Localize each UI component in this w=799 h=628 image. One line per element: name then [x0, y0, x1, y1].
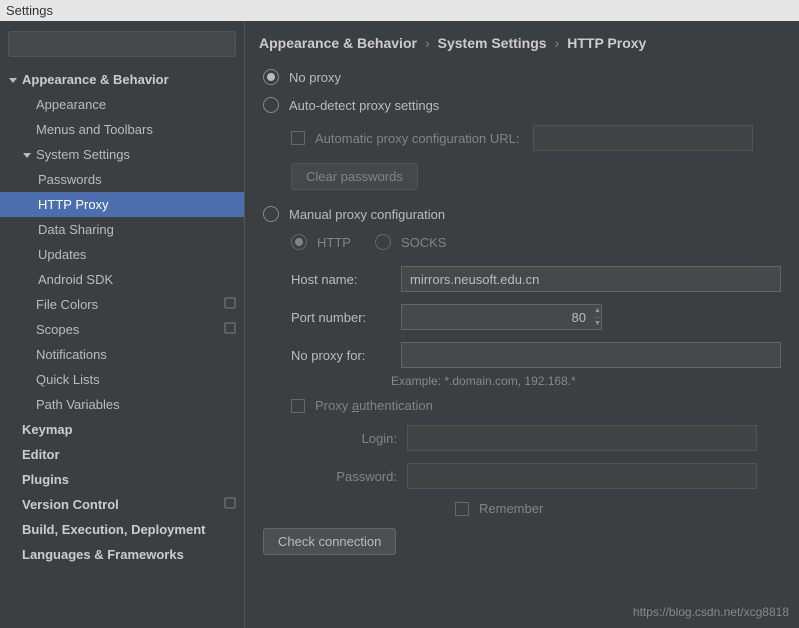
sidebar-item-updates[interactable]: Updates [0, 242, 244, 267]
proxy-auth-checkbox[interactable] [291, 399, 305, 413]
search-input[interactable] [8, 31, 236, 57]
watermark: https://blog.csdn.net/xcg8818 [633, 605, 789, 619]
port-spinner[interactable]: ▲ ▼ [594, 304, 602, 330]
port-number-input[interactable] [401, 304, 594, 330]
remember-checkbox[interactable] [455, 502, 469, 516]
sidebar-item-passwords[interactable]: Passwords [0, 167, 244, 192]
sidebar-item-label: Appearance [36, 97, 236, 112]
remember-label: Remember [479, 501, 543, 516]
sidebar-item-plugins[interactable]: Plugins [0, 467, 244, 492]
sidebar-item-label: Scopes [36, 322, 218, 337]
manual-proxy-label: Manual proxy configuration [289, 207, 445, 222]
login-input[interactable] [407, 425, 757, 451]
sidebar-item-notifications[interactable]: Notifications [0, 342, 244, 367]
sidebar-item-scopes[interactable]: Scopes [0, 317, 244, 342]
project-scope-icon [218, 322, 236, 337]
sidebar-item-menus-and-toolbars[interactable]: Menus and Toolbars [0, 117, 244, 142]
sidebar-item-label: Editor [22, 447, 236, 462]
host-name-label: Host name: [291, 272, 401, 287]
caret-down-icon[interactable] [8, 75, 18, 85]
proxy-auth-label: Proxy authentication [315, 398, 433, 413]
breadcrumb: Appearance & Behavior › System Settings … [259, 35, 799, 51]
sidebar-item-path-variables[interactable]: Path Variables [0, 392, 244, 417]
sidebar-item-label: File Colors [36, 297, 218, 312]
sidebar-item-quick-lists[interactable]: Quick Lists [0, 367, 244, 392]
http-radio[interactable] [291, 234, 307, 250]
sidebar-item-label: Updates [38, 247, 236, 262]
project-scope-icon [218, 497, 236, 512]
sidebar-item-label: Plugins [22, 472, 236, 487]
auto-url-input[interactable] [533, 125, 753, 151]
sidebar-item-languages-frameworks[interactable]: Languages & Frameworks [0, 542, 244, 567]
sidebar-item-http-proxy[interactable]: HTTP Proxy [0, 192, 244, 217]
chevron-right-icon: › [425, 35, 430, 51]
sidebar-item-appearance-behavior[interactable]: Appearance & Behavior [0, 67, 244, 92]
auto-detect-radio[interactable] [263, 97, 279, 113]
sidebar-item-version-control[interactable]: Version Control [0, 492, 244, 517]
settings-tree: Appearance & Behavior Appearance Menus and… [0, 67, 244, 567]
caret-down-icon[interactable] [22, 150, 32, 160]
breadcrumb-appearance[interactable]: Appearance & Behavior [259, 35, 417, 51]
sidebar-item-label: Languages & Frameworks [22, 547, 236, 562]
sidebar-item-appearance[interactable]: Appearance [0, 92, 244, 117]
sidebar-item-label: Appearance & Behavior [22, 72, 236, 87]
check-connection-button[interactable]: Check connection [263, 528, 396, 555]
auto-url-label: Automatic proxy configuration URL: [315, 131, 519, 146]
no-proxy-radio[interactable] [263, 69, 279, 85]
no-proxy-for-input[interactable] [401, 342, 781, 368]
sidebar-item-file-colors[interactable]: File Colors [0, 292, 244, 317]
chevron-right-icon: › [555, 35, 560, 51]
clear-passwords-button[interactable]: Clear passwords [291, 163, 418, 190]
sidebar-item-label: Android SDK [38, 272, 236, 287]
settings-sidebar: Appearance & Behavior Appearance Menus and… [0, 21, 245, 628]
project-scope-icon [218, 297, 236, 312]
sidebar-item-system-settings[interactable]: System Settings [0, 142, 244, 167]
breadcrumb-system-settings[interactable]: System Settings [438, 35, 547, 51]
sidebar-item-data-sharing[interactable]: Data Sharing [0, 217, 244, 242]
auto-detect-label: Auto-detect proxy settings [289, 98, 439, 113]
sidebar-item-label: Build, Execution, Deployment [22, 522, 236, 537]
sidebar-item-editor[interactable]: Editor [0, 442, 244, 467]
auto-url-checkbox[interactable] [291, 131, 305, 145]
sidebar-item-keymap[interactable]: Keymap [0, 417, 244, 442]
spinner-up-icon[interactable]: ▲ [594, 305, 601, 318]
sidebar-item-label: HTTP Proxy [38, 197, 236, 212]
sidebar-item-label: Menus and Toolbars [36, 122, 236, 137]
password-input[interactable] [407, 463, 757, 489]
no-proxy-example: Example: *.domain.com, 192.168.* [391, 374, 799, 388]
socks-label: SOCKS [401, 235, 447, 250]
sidebar-item-label: Path Variables [36, 397, 236, 412]
login-label: Login: [311, 431, 397, 446]
sidebar-item-label: Notifications [36, 347, 236, 362]
breadcrumb-http-proxy: HTTP Proxy [567, 35, 646, 51]
sidebar-item-label: Quick Lists [36, 372, 236, 387]
sidebar-item-label: Data Sharing [38, 222, 236, 237]
no-proxy-label: No proxy [289, 70, 341, 85]
window-title: Settings [6, 3, 53, 18]
port-number-label: Port number: [291, 310, 401, 325]
sidebar-item-build-execution-deployment[interactable]: Build, Execution, Deployment [0, 517, 244, 542]
socks-radio[interactable] [375, 234, 391, 250]
sidebar-item-label: Passwords [38, 172, 236, 187]
spinner-down-icon[interactable]: ▼ [594, 318, 601, 330]
manual-proxy-radio[interactable] [263, 206, 279, 222]
sidebar-item-label: Version Control [22, 497, 218, 512]
sidebar-item-label: Keymap [22, 422, 236, 437]
password-label: Password: [311, 469, 397, 484]
sidebar-item-android-sdk[interactable]: Android SDK [0, 267, 244, 292]
no-proxy-for-label: No proxy for: [291, 348, 401, 363]
sidebar-item-label: System Settings [36, 147, 236, 162]
http-label: HTTP [317, 235, 351, 250]
settings-main-panel: Appearance & Behavior › System Settings … [245, 21, 799, 628]
host-name-input[interactable] [401, 266, 781, 292]
window-titlebar: Settings [0, 0, 799, 21]
